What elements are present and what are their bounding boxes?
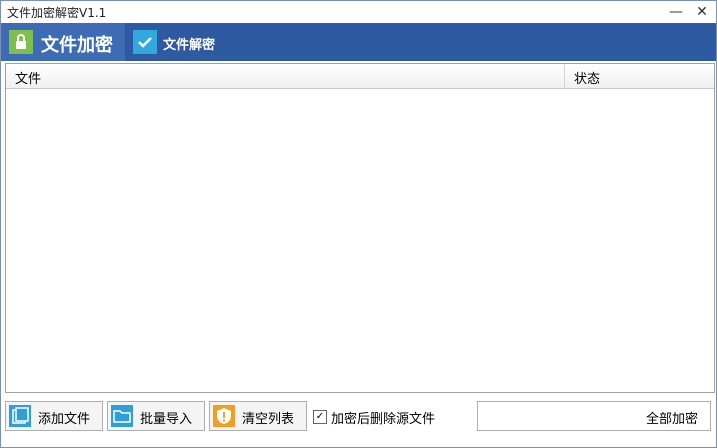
list-header: 文件 状态 [6, 64, 714, 89]
batch-import-label: 批量导入 [140, 412, 193, 427]
folder-icon [111, 405, 133, 427]
tab-decrypt[interactable]: 文件解密 [127, 23, 247, 61]
add-files-icon [9, 405, 31, 427]
tab-encrypt[interactable]: 文件加密 [1, 23, 125, 61]
add-files-label: 添加文件 [38, 412, 91, 427]
window-title: 文件加密解密V1.1 [7, 6, 107, 20]
column-header-file[interactable]: 文件 [6, 64, 565, 88]
file-list[interactable]: 文件 状态 [5, 63, 715, 393]
checkmark-icon [133, 30, 157, 54]
app-window: 文件加密解密V1.1 — ✕ 文件加密 文件解密 文件 状态 添加文件 批量导入… [0, 0, 717, 448]
close-button[interactable]: ✕ [691, 3, 713, 21]
encrypt-all-button[interactable]: 全部加密 [477, 401, 711, 431]
delete-source-label: 加密后删除源文件 [331, 412, 436, 427]
clear-list-button[interactable]: 清空列表 [209, 401, 307, 431]
tab-bar: 文件加密 文件解密 [1, 23, 716, 61]
column-header-status[interactable]: 状态 [565, 64, 714, 88]
add-files-button[interactable]: 添加文件 [5, 401, 103, 431]
tab-encrypt-label: 文件加密 [41, 35, 113, 56]
encrypt-all-label: 全部加密 [646, 412, 699, 427]
bottom-toolbar: 添加文件 批量导入 清空列表 ✓ 加密后删除源文件 全部加密 [1, 397, 716, 447]
batch-import-button[interactable]: 批量导入 [107, 401, 205, 431]
warning-shield-icon [213, 405, 235, 427]
title-bar: 文件加密解密V1.1 — ✕ [1, 1, 716, 23]
column-status-label: 状态 [574, 72, 601, 87]
tab-decrypt-label: 文件解密 [163, 38, 216, 53]
delete-source-checkbox[interactable]: ✓ [313, 410, 327, 424]
column-file-label: 文件 [15, 72, 42, 87]
lock-icon [9, 30, 33, 54]
minimize-button[interactable]: — [665, 3, 687, 21]
clear-list-label: 清空列表 [242, 412, 295, 427]
